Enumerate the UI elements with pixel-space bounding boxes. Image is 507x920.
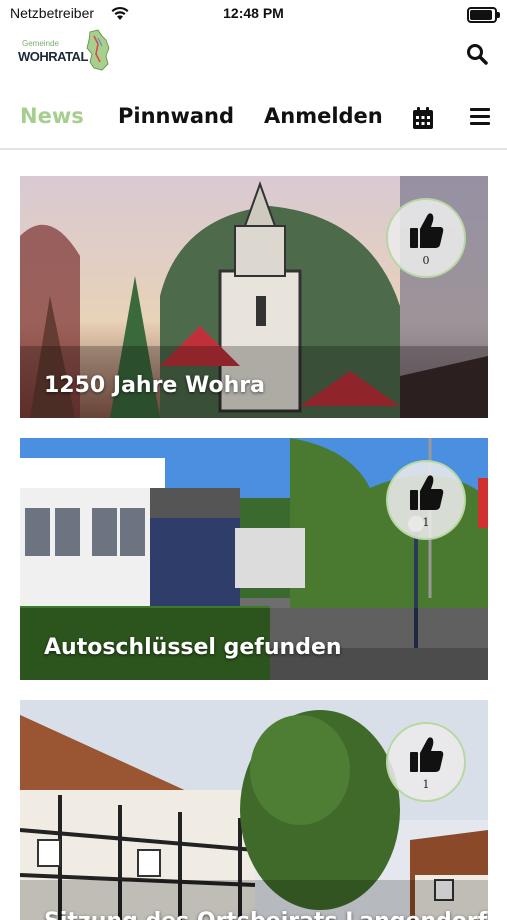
menu-icon[interactable]	[470, 108, 490, 126]
battery-icon	[467, 7, 500, 23]
app-logo[interactable]: Gemeinde WOHRATAL	[18, 28, 113, 74]
like-count: 1	[422, 516, 430, 529]
card-title: 1250 Jahre Wohra	[44, 373, 265, 398]
main-nav: News Pinnwand Anmelden	[0, 92, 507, 150]
news-card[interactable]: 0 1250 Jahre Wohra	[20, 176, 488, 418]
calendar-icon[interactable]	[412, 106, 434, 130]
thumbs-up-icon	[410, 737, 444, 772]
status-time: 12:48 PM	[223, 5, 284, 21]
logo-map-icon	[86, 29, 110, 71]
card-title: Sitzung des Ortsbeirats Langendorf	[44, 909, 487, 920]
tab-news[interactable]: News	[20, 104, 84, 128]
thumbs-up-icon	[410, 213, 444, 248]
status-bar: Netzbetreiber 12:48 PM	[0, 0, 507, 30]
card-title: Autoschlüssel gefunden	[44, 635, 342, 660]
news-card[interactable]: 1 Sitzung des Ortsbeirats Langendorf	[20, 700, 488, 920]
like-button[interactable]: 1	[386, 460, 466, 540]
like-button[interactable]: 0	[386, 198, 466, 278]
logo-small-text: Gemeinde	[22, 39, 59, 48]
news-card[interactable]: 1 Autoschlüssel gefunden	[20, 438, 488, 680]
app-header: Gemeinde WOHRATAL	[0, 28, 507, 78]
like-count: 0	[422, 254, 430, 267]
like-count: 1	[422, 778, 430, 791]
thumbs-up-icon	[410, 475, 444, 510]
tab-anmelden[interactable]: Anmelden	[264, 104, 383, 128]
tab-pinnwand[interactable]: Pinnwand	[118, 104, 234, 128]
like-button[interactable]: 1	[386, 722, 466, 802]
search-icon[interactable]	[465, 42, 489, 66]
logo-big-text: WOHRATAL	[18, 49, 88, 64]
